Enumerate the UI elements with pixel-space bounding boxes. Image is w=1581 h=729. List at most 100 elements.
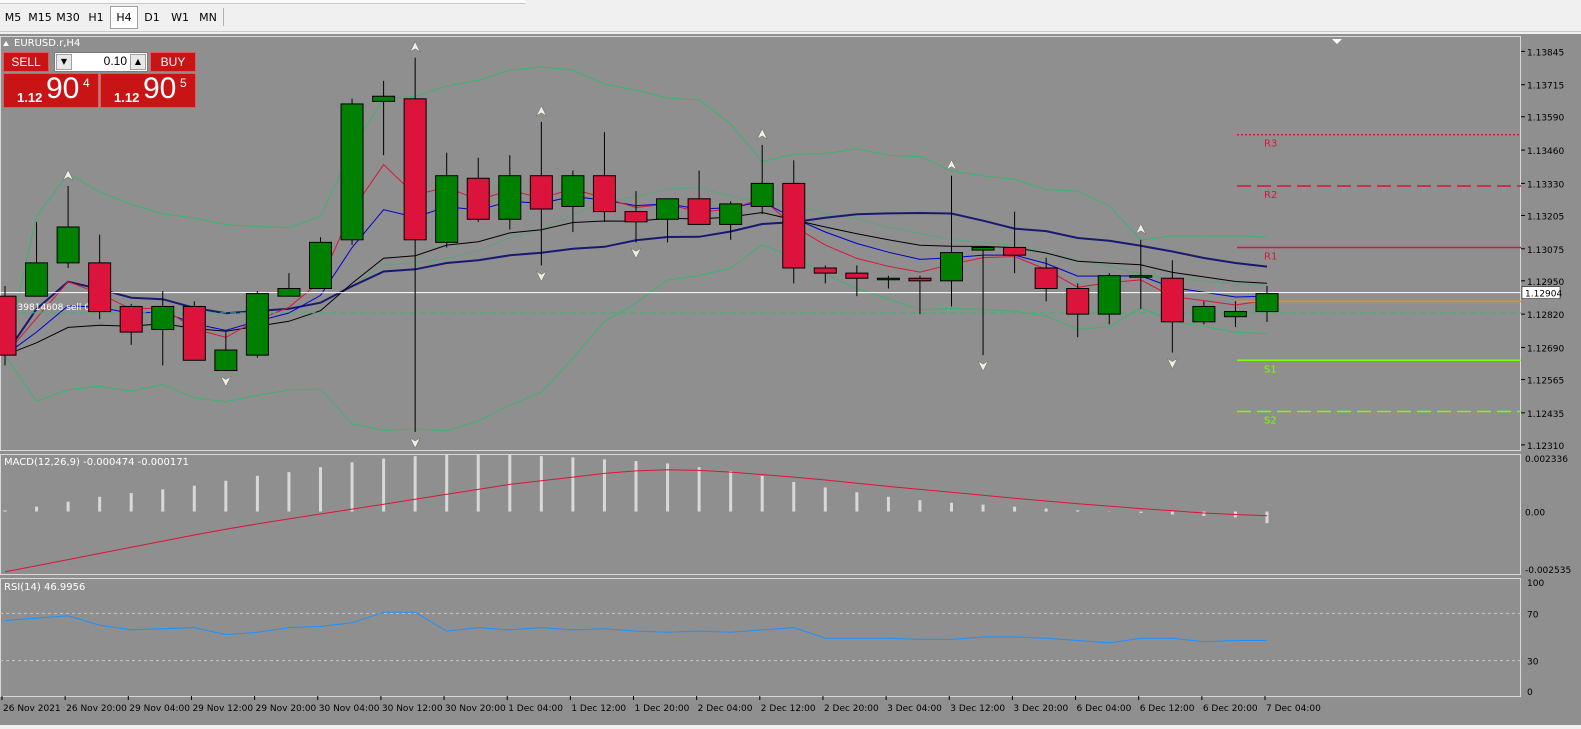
panel-frame-1 [1,455,1521,575]
candle-bear [0,296,16,355]
fractal-up-icon [410,42,420,52]
lot-decrease-icon[interactable]: ▼ [56,54,72,70]
timeframe-m30-button[interactable]: M30 [54,7,82,28]
rsi-axis-label: 30 [1527,658,1539,668]
buy-price-box[interactable]: 1.12 90 5 [100,73,196,108]
pivot-label-r1: R1 [1264,251,1277,262]
candle-bull [972,247,994,250]
pivot-label-r3: R3 [1264,139,1277,150]
candle-bear [183,306,205,360]
time-axis-label: 29 Nov 04:00 [129,704,190,714]
candle-bull [57,227,79,263]
collapse-icon [3,41,9,46]
rsi-line [5,612,1267,643]
candle-bull [310,242,332,288]
chart-canvas[interactable]: EURUSD.r,H4 R3R2R1PPS1S2#39814608 sell 0… [0,34,1581,725]
one-click-trading-panel: SELL ▼ 0.10 ▲ BUY 1.12 90 4 1.12 90 5 [3,52,196,108]
chart-shift-icon [1332,39,1342,44]
candle-bear [89,263,111,312]
macd-axis-label: -0.002535 [1525,566,1571,576]
timeframe-h4-button[interactable]: H4 [110,6,138,29]
candle-bear [530,176,552,209]
price-axis-label: 1.13590 [1527,114,1564,124]
chart-frames: EURUSD.r,H4 [1,34,1581,725]
panel-frame-0 [1,37,1521,451]
rsi-panel: RSI(14) 46.9956 [0,582,1521,661]
price-axis-label: 1.13075 [1527,246,1564,256]
timeframe-d1-button[interactable]: D1 [138,7,166,28]
timeframe-h1-button[interactable]: H1 [82,7,110,28]
price-axis-label: 1.13845 [1527,48,1564,58]
lot-size-input[interactable]: ▼ 0.10 ▲ [54,52,148,72]
fractal-down-icon [978,361,988,371]
pivot-label-s2: S2 [1264,416,1277,427]
sell-price-main: 90 [46,72,79,106]
fractal-up-icon [536,106,546,116]
current-price-label: 1.12904 [1525,290,1562,300]
candle-bear [783,183,805,268]
candle-bear [593,176,615,212]
candle-bear [688,199,710,225]
fractal-down-icon [536,271,546,281]
lot-value[interactable]: 0.10 [73,54,127,68]
time-axis-label: 26 Nov 2021 [3,704,61,714]
candle-bull [941,253,963,281]
price-axis-label: 1.12565 [1527,377,1564,387]
candle-bear [1161,278,1183,322]
candle-bear [625,212,647,222]
time-axis-label: 1 Dec 04:00 [508,704,563,714]
candle-bull [562,176,584,207]
candle-bull [657,199,679,220]
rsi-axis-label: 0 [1527,688,1533,698]
fractal-down-icon [221,377,231,387]
candle-bull [341,104,363,240]
time-axis-label: 26 Nov 20:00 [66,704,127,714]
timeframe-m15-button[interactable]: M15 [26,7,54,28]
candle-bear [846,273,868,278]
time-axis-label: 6 Dec 20:00 [1203,704,1258,714]
time-axis-label: 2 Dec 20:00 [824,704,879,714]
candle-bear [1035,268,1057,289]
timeframe-m5-button[interactable]: M5 [0,7,26,28]
pivot-label-r2: R2 [1264,190,1277,201]
macd-panel: MACD(12,26,9) -0.000474 -0.000171 [4,454,1267,572]
lot-increase-icon[interactable]: ▲ [130,54,146,70]
time-axis-label: 3 Dec 12:00 [950,704,1005,714]
candle-bull [373,96,395,101]
candle-bull [499,176,521,220]
sell-button[interactable]: SELL [3,52,49,72]
sell-price-sup: 4 [83,76,90,90]
time-axis-label: 1 Dec 12:00 [571,704,626,714]
candle-bull [877,278,899,280]
panel-frame-2 [1,579,1521,697]
time-axis: 26 Nov 202126 Nov 20:0029 Nov 04:0029 No… [2,696,1321,714]
time-axis-label: 2 Dec 04:00 [698,704,753,714]
candle-bear [1004,247,1026,255]
fractal-up-icon [1136,224,1146,234]
candle-bear [404,99,426,240]
candle-bear [120,306,142,332]
timeframe-w1-button[interactable]: W1 [166,7,194,28]
fractal-down-icon [410,438,420,448]
candlesticks [0,58,1278,432]
price-axis-label: 1.12690 [1527,344,1564,354]
toolbar-separator [223,8,224,26]
candle-bull [1193,306,1215,321]
candle-bear [1067,289,1089,315]
price-axis-label: 1.13330 [1527,180,1564,190]
candle-bull [1224,312,1246,317]
timeframe-mn-button[interactable]: MN [194,7,222,28]
timeframe-toolbar: M5M15M30H1H4D1W1MN [0,0,1581,32]
buy-button[interactable]: BUY [150,52,196,72]
candle-bull [1098,276,1120,314]
candle-bull [720,204,742,225]
toolbar-top-strip [0,0,525,4]
bollinger-bands [5,67,1267,431]
fractal-up-icon [947,160,957,170]
price-axis-label: 1.13715 [1527,82,1564,92]
fractal-down-icon [631,248,641,258]
fractal-down-icon [1167,359,1177,369]
chart-window[interactable]: EURUSD.r,H4 R3R2R1PPS1S2#39814608 sell 0… [0,34,1581,725]
sell-price-box[interactable]: 1.12 90 4 [3,73,99,108]
macd-axis-label: 0.002336 [1525,455,1568,465]
